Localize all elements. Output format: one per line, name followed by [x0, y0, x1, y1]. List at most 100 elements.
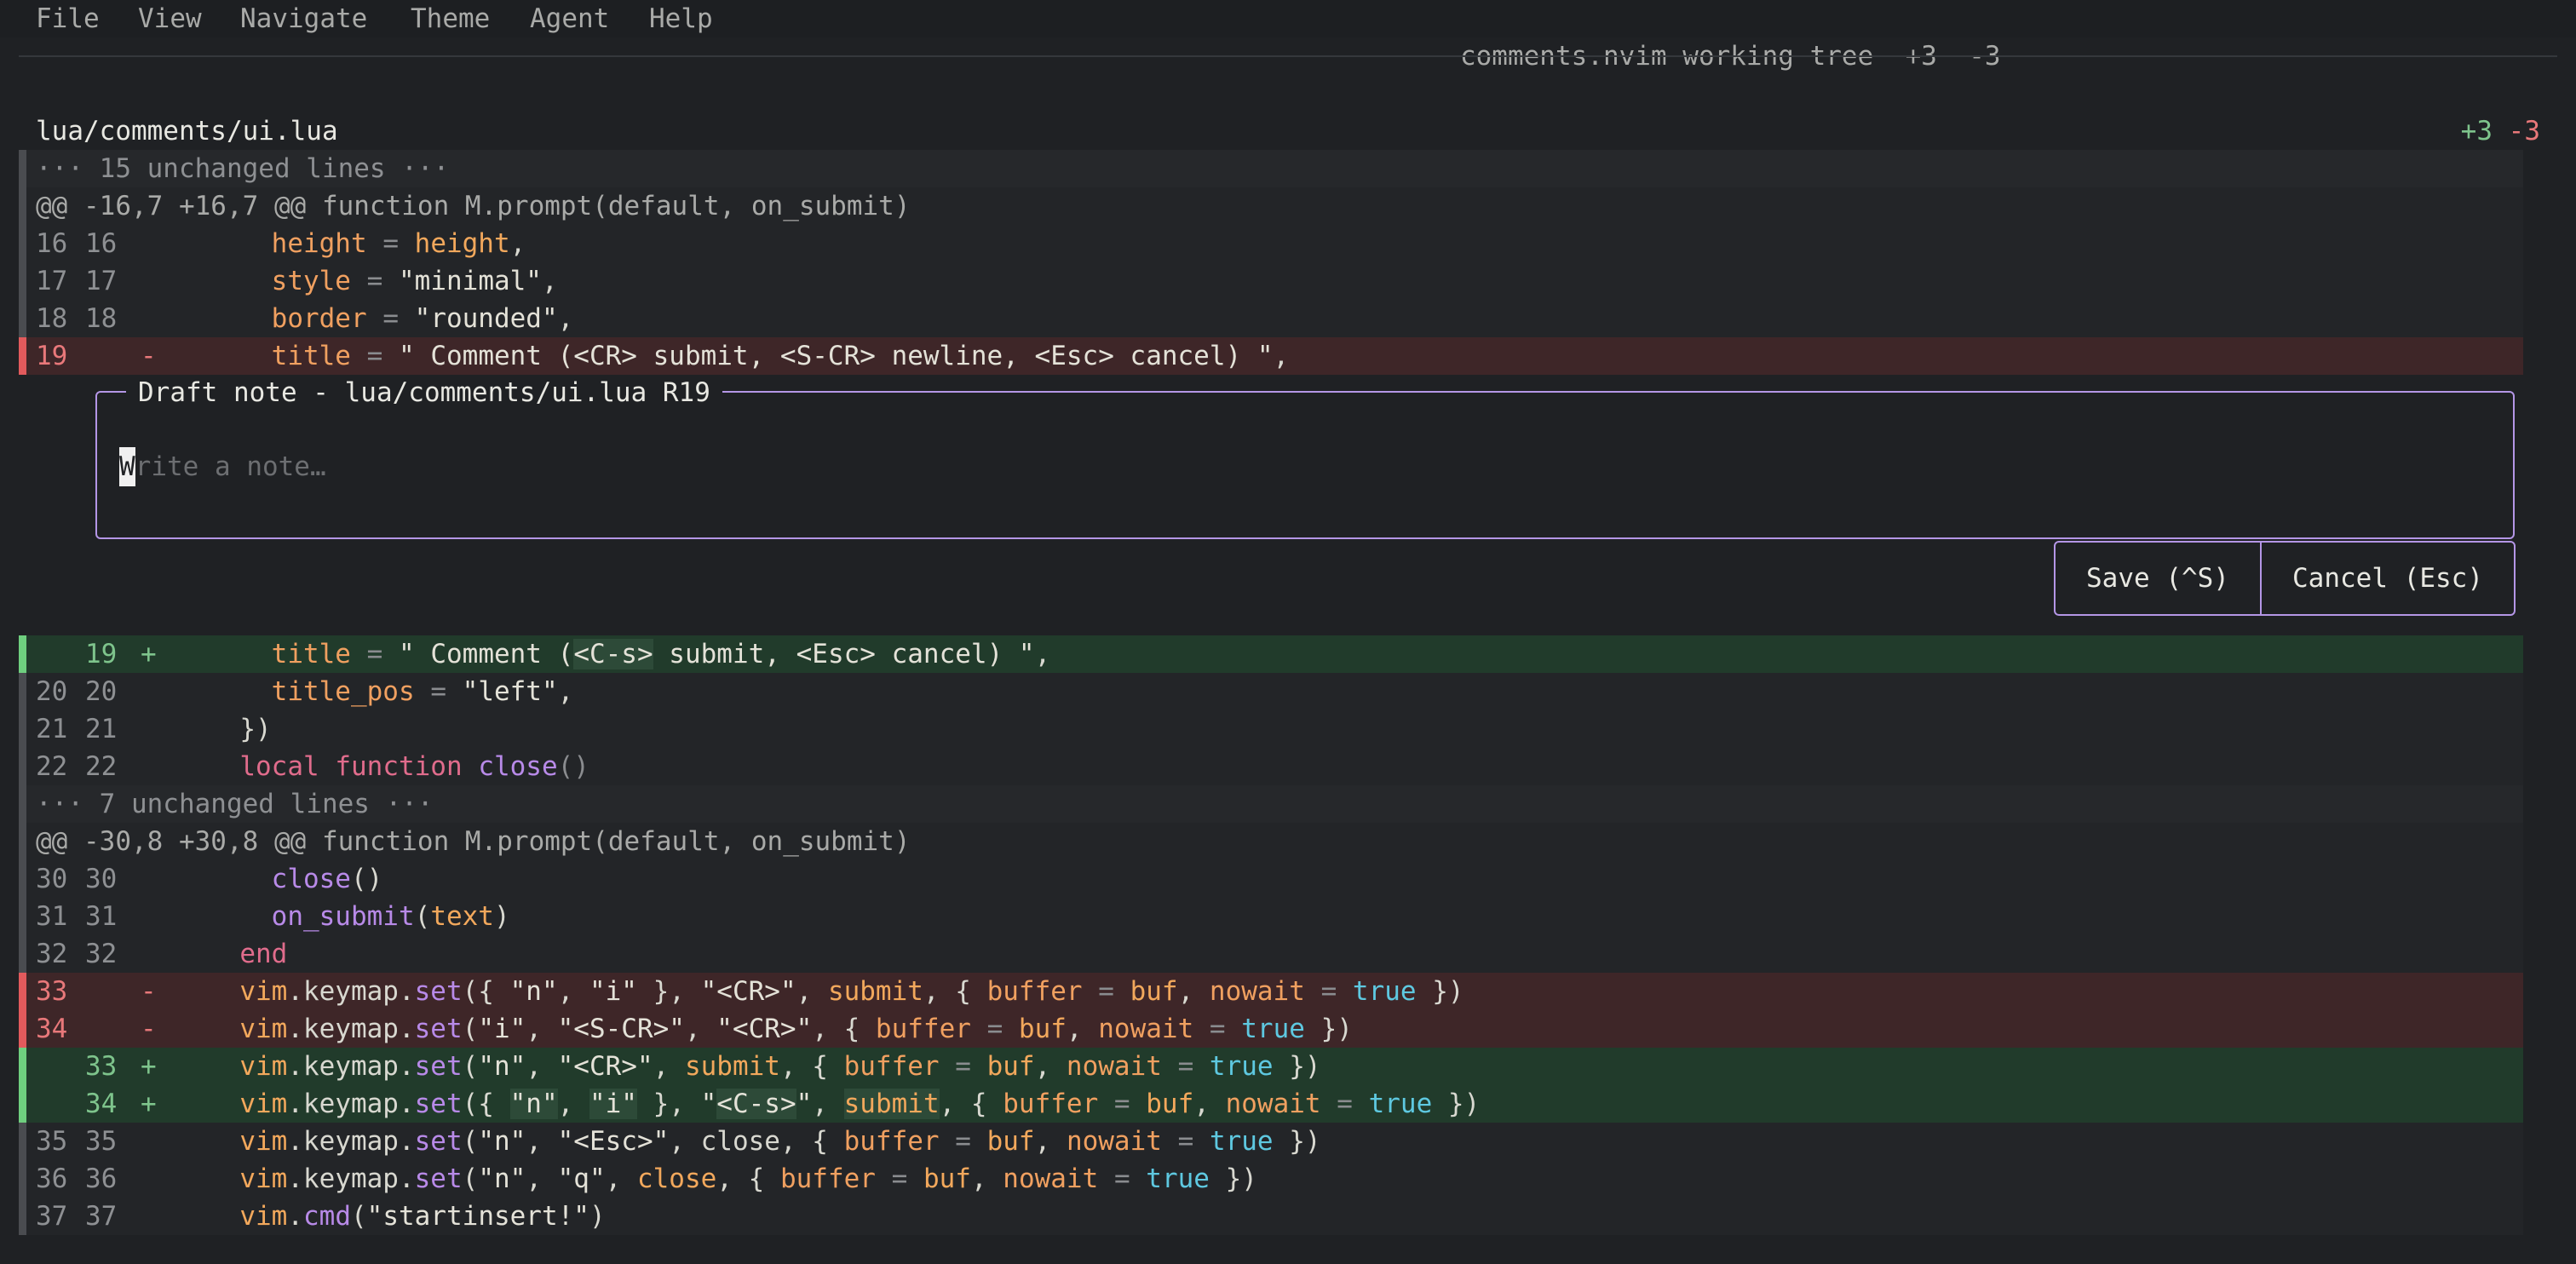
diff-line-added[interactable]: 34 + vim.keymap.set({ "n", "i" }, "<C-s>… — [19, 1085, 2523, 1123]
diff-line-added[interactable]: 33 + vim.keymap.set("n", "<CR>", submit,… — [19, 1048, 2523, 1085]
new-line-number: 19 — [85, 639, 118, 669]
hunk-header: @@ -16,7 +16,7 @@ function M.prompt(defa… — [19, 187, 2523, 225]
code-text: vim.keymap.set({ "n", "i" }, "<CR>", sub… — [239, 976, 1464, 1007]
file-removed-count: -3 — [2508, 116, 2540, 147]
new-line-number: 21 — [85, 714, 118, 744]
file-added-count: +3 — [2460, 116, 2493, 147]
new-line-number: 16 — [85, 228, 118, 259]
old-line-number: 32 — [36, 939, 68, 969]
hunk-label: @@ -30,8 +30,8 @@ function M.prompt(defa… — [36, 826, 911, 857]
code-text: title = " Comment (<C-s> submit, <Esc> c… — [271, 639, 1051, 669]
diff-line-removed[interactable]: 19 - title = " Comment (<CR> submit, <S-… — [19, 337, 2523, 375]
old-line-number: 17 — [36, 266, 68, 296]
new-line-number: 22 — [85, 751, 118, 782]
save-button[interactable]: Save (^S) — [2056, 543, 2262, 614]
new-line-number: 37 — [85, 1201, 118, 1232]
fold-unchanged-lines[interactable]: ··· 7 unchanged lines ··· — [19, 785, 2523, 823]
new-line-number: 31 — [85, 901, 118, 932]
hunk-header: @@ -30,8 +30,8 @@ function M.prompt(defa… — [19, 823, 2523, 860]
diff-line[interactable]: 32 32 end — [19, 935, 2523, 973]
removed-sign: - — [141, 976, 157, 1007]
note-input[interactable]: Write a note… — [119, 447, 2487, 486]
diff-line-removed[interactable]: 33 - vim.keymap.set({ "n", "i" }, "<CR>"… — [19, 973, 2523, 1010]
code-text: title_pos = "left", — [271, 676, 574, 707]
header-divider — [19, 55, 2557, 57]
old-line-number: 19 — [36, 341, 68, 371]
new-line-number: 33 — [85, 1051, 118, 1082]
menu-bar: File View Navigate Theme Agent Help comm… — [0, 0, 2576, 72]
code-text: style = "minimal", — [271, 266, 558, 296]
diff-line[interactable]: 21 21 }) — [19, 710, 2523, 748]
menu-theme[interactable]: Theme — [411, 0, 490, 37]
hunk-label: @@ -16,7 +16,7 @@ function M.prompt(defa… — [36, 191, 911, 221]
diff-line-removed[interactable]: 34 - vim.keymap.set("i", "<S-CR>", "<CR>… — [19, 1010, 2523, 1048]
old-line-number: 35 — [36, 1126, 68, 1157]
old-line-number: 37 — [36, 1201, 68, 1232]
added-sign: + — [141, 1051, 157, 1082]
draft-note-title: Draft note - lua/comments/ui.lua R19 — [126, 376, 722, 410]
code-text: vim.cmd("startinsert!") — [239, 1201, 606, 1232]
code-text: height = height, — [271, 228, 526, 259]
old-line-number: 22 — [36, 751, 68, 782]
menu-view[interactable]: View — [138, 0, 202, 37]
diff-line[interactable]: 37 37 vim.cmd("startinsert!") — [19, 1198, 2523, 1235]
code-text: close() — [271, 864, 383, 894]
old-line-number: 16 — [36, 228, 68, 259]
removed-sign: - — [141, 341, 157, 371]
old-line-number: 20 — [36, 676, 68, 707]
old-line-number: 34 — [36, 1014, 68, 1044]
old-line-number: 33 — [36, 976, 68, 1007]
new-line-number: 35 — [85, 1126, 118, 1157]
diff-line[interactable]: 17 17 style = "minimal", — [19, 262, 2523, 300]
diff-line[interactable]: 16 16 height = height, — [19, 225, 2523, 262]
code-text: vim.keymap.set("n", "q", close, { buffer… — [239, 1163, 1257, 1194]
code-text: border = "rounded", — [271, 303, 574, 334]
code-text: title = " Comment (<CR> submit, <S-CR> n… — [271, 341, 1290, 371]
diff-line[interactable]: 36 36 vim.keymap.set("n", "q", close, { b… — [19, 1160, 2523, 1198]
diff-line[interactable]: 22 22 local function close() — [19, 748, 2523, 785]
code-text: on_submit(text) — [271, 901, 510, 932]
code-text: vim.keymap.set("i", "<S-CR>", "<CR>", { … — [239, 1014, 1353, 1044]
note-placeholder: rite a note… — [135, 451, 326, 482]
diff-line-added[interactable]: 19 + title = " Comment (<C-s> submit, <E… — [19, 635, 2523, 673]
old-line-number: 30 — [36, 864, 68, 894]
window-title: comments.nvim working tree +3 -3 — [1365, 0, 2001, 72]
menu-agent[interactable]: Agent — [530, 0, 609, 37]
new-line-number: 20 — [85, 676, 118, 707]
old-line-number: 18 — [36, 303, 68, 334]
code-text: vim.keymap.set("n", "<Esc>", close, { bu… — [239, 1126, 1321, 1157]
code-text: }) — [239, 714, 272, 744]
diff-line[interactable]: 18 18 border = "rounded", — [19, 300, 2523, 337]
new-line-number: 17 — [85, 266, 118, 296]
new-line-number: 34 — [85, 1089, 118, 1119]
fold-label: ··· 7 unchanged lines ··· — [36, 789, 434, 819]
note-actions: Save (^S) Cancel (Esc) — [2054, 541, 2516, 616]
new-line-number: 18 — [85, 303, 118, 334]
old-line-number: 21 — [36, 714, 68, 744]
menu-help[interactable]: Help — [649, 0, 713, 37]
new-line-number: 30 — [85, 864, 118, 894]
code-text: end — [239, 939, 288, 969]
diff-line[interactable]: 35 35 vim.keymap.set("n", "<Esc>", close,… — [19, 1123, 2523, 1160]
diff-line[interactable]: 30 30 close() — [19, 860, 2523, 898]
new-line-number: 32 — [85, 939, 118, 969]
code-text: vim.keymap.set({ "n", "i" }, "<C-s>", su… — [239, 1089, 1481, 1119]
file-stats: +3 -3 — [2461, 112, 2540, 150]
added-sign: + — [141, 639, 157, 669]
file-path[interactable]: lua/comments/ui.lua — [36, 112, 338, 150]
text-cursor: W — [119, 447, 135, 486]
fold-unchanged-lines[interactable]: ··· 15 unchanged lines ··· — [19, 150, 2523, 187]
fold-label: ··· 15 unchanged lines ··· — [36, 153, 450, 184]
removed-sign: - — [141, 1014, 157, 1044]
code-text: vim.keymap.set("n", "<CR>", submit, { bu… — [239, 1051, 1321, 1082]
cancel-button[interactable]: Cancel (Esc) — [2262, 543, 2514, 614]
new-line-number: 36 — [85, 1163, 118, 1194]
old-line-number: 31 — [36, 901, 68, 932]
menu-navigate[interactable]: Navigate — [240, 0, 367, 37]
added-sign: + — [141, 1089, 157, 1119]
diff-review-window: File View Navigate Theme Agent Help comm… — [0, 0, 2576, 1264]
diff-line[interactable]: 20 20 title_pos = "left", — [19, 673, 2523, 710]
old-line-number: 36 — [36, 1163, 68, 1194]
menu-file[interactable]: File — [36, 0, 100, 37]
diff-line[interactable]: 31 31 on_submit(text) — [19, 898, 2523, 935]
